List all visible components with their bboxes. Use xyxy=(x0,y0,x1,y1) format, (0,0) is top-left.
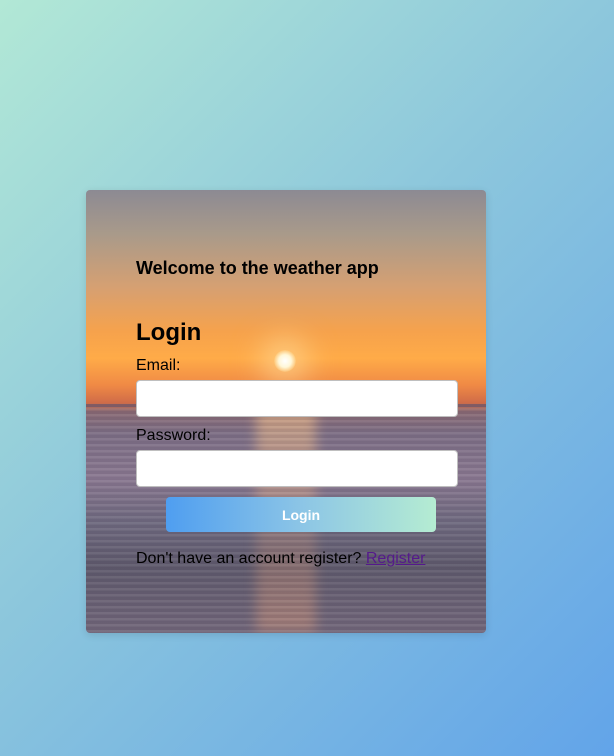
password-field[interactable] xyxy=(136,450,458,487)
login-button[interactable]: Login xyxy=(166,497,436,532)
register-prompt-text: Don't have an account register? xyxy=(136,550,366,567)
welcome-heading: Welcome to the weather app xyxy=(136,258,379,278)
register-link[interactable]: Register xyxy=(366,550,426,567)
register-prompt: Don't have an account register? Register xyxy=(136,550,425,568)
login-card: Welcome to the weather app Login Email: … xyxy=(86,190,486,633)
email-field[interactable] xyxy=(136,380,458,417)
login-title: Login xyxy=(136,319,202,346)
email-label: Email: xyxy=(136,357,181,374)
password-label: Password: xyxy=(136,427,211,444)
sun xyxy=(274,350,296,372)
